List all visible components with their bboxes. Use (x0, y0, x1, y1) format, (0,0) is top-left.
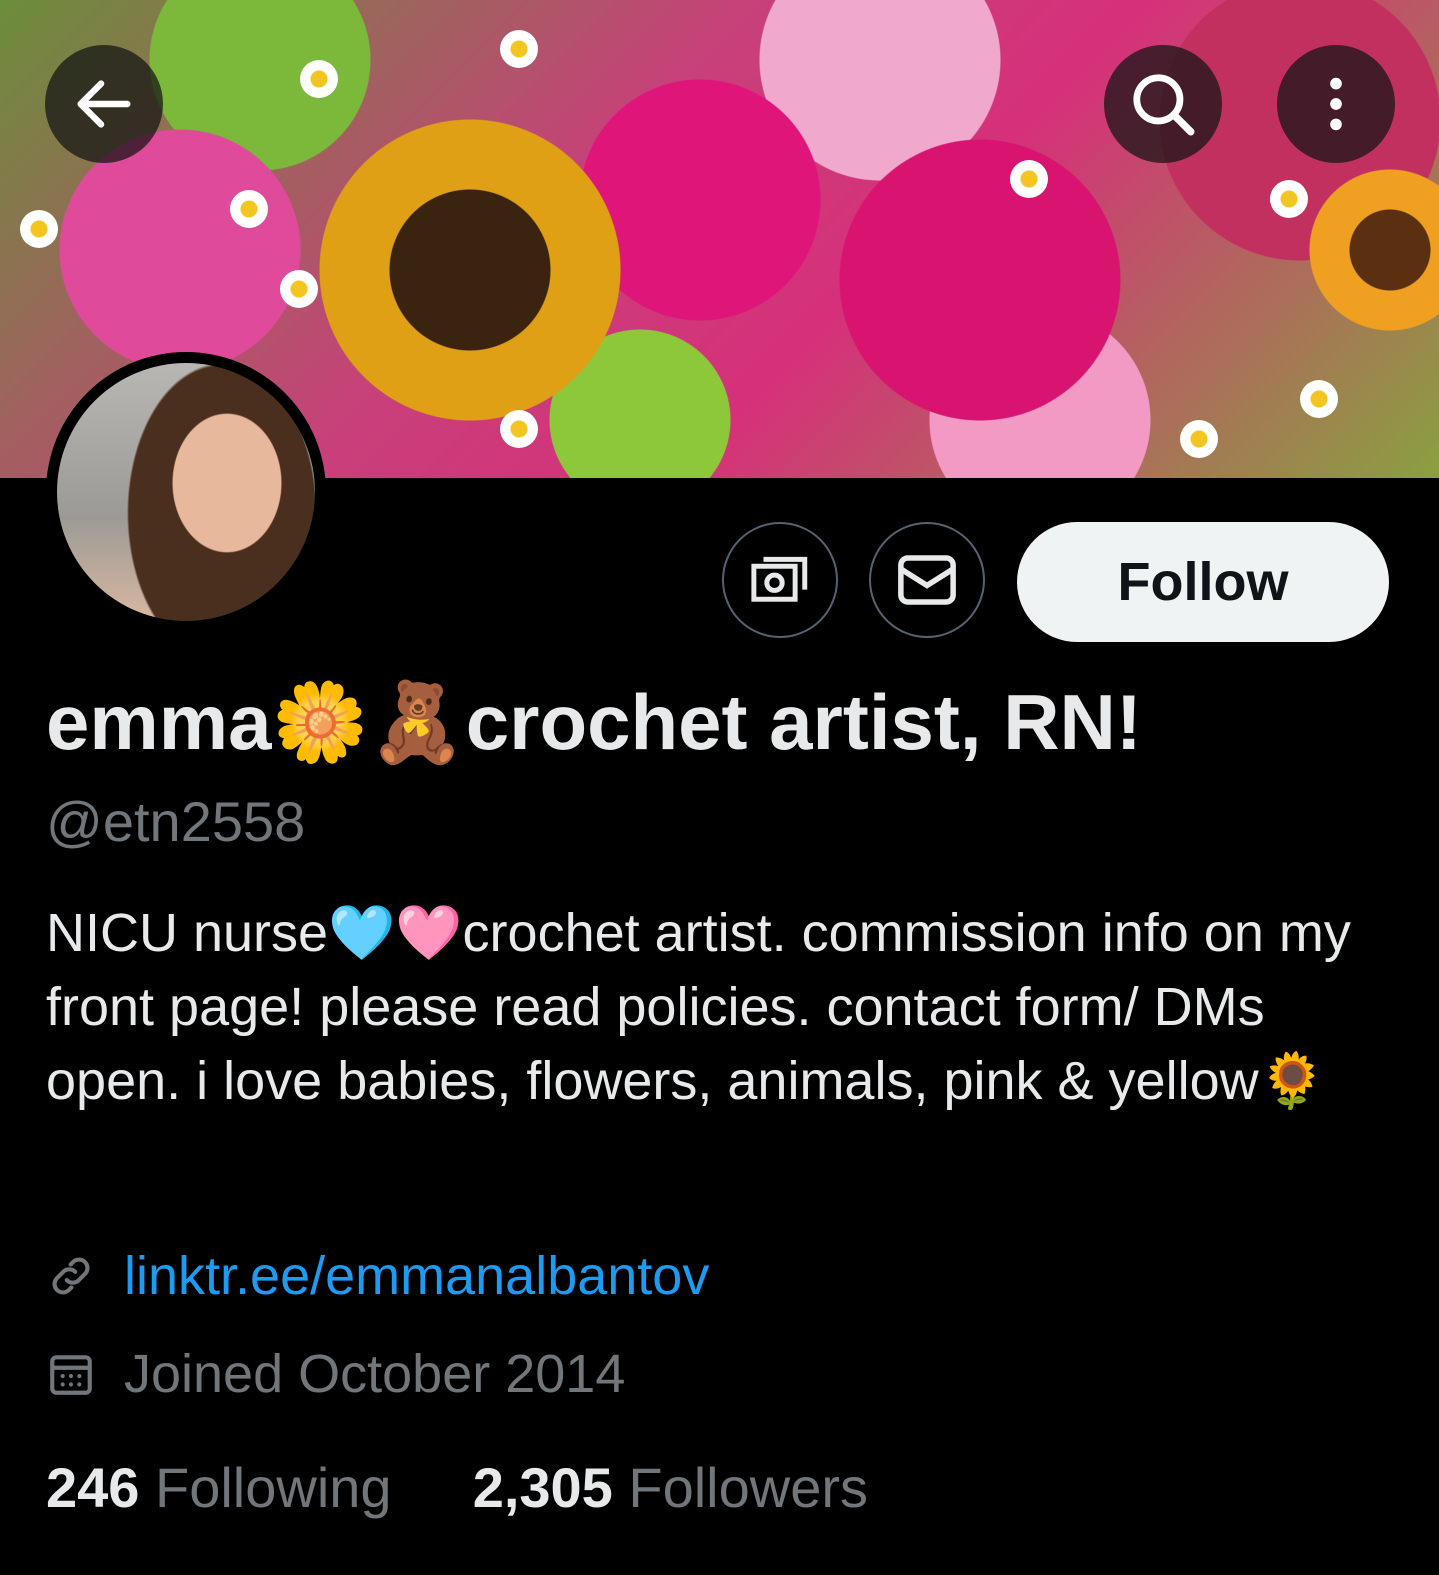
message-button[interactable] (869, 522, 985, 638)
display-name: emma🌼🧸crochet artist, RN! (46, 678, 1142, 766)
more-vertical-icon (1330, 77, 1342, 131)
profile-stats: 246 Following 2,305 Followers (46, 1456, 868, 1520)
subscribe-button[interactable] (722, 522, 838, 638)
website-row[interactable]: linktr.ee/emmanalbantov (46, 1244, 709, 1308)
follow-button[interactable]: Follow (1017, 522, 1389, 642)
banner-flower (280, 270, 318, 308)
link-icon (52, 1257, 90, 1295)
website-link[interactable]: linktr.ee/emmanalbantov (124, 1244, 709, 1308)
calendar-icon (50, 1355, 92, 1395)
avatar-photo (57, 363, 315, 621)
following-count: 246 (46, 1456, 140, 1519)
avatar[interactable] (46, 352, 326, 632)
money-icon (751, 556, 808, 602)
banner-flower (1010, 160, 1048, 198)
following-label: Following (155, 1456, 392, 1519)
followers-link[interactable]: 2,305 Followers (473, 1456, 868, 1519)
banner-flower (1180, 420, 1218, 458)
followers-label: Followers (628, 1456, 869, 1519)
username-handle: @etn2558 (46, 790, 306, 853)
following-link[interactable]: 246 Following (46, 1456, 407, 1519)
more-options-button[interactable] (1277, 45, 1395, 163)
banner-flower (300, 60, 338, 98)
search-button[interactable] (1104, 45, 1222, 163)
banner-flower (230, 190, 268, 228)
arrow-left-icon (77, 80, 131, 128)
banner-flower (20, 210, 58, 248)
banner-flower (1300, 380, 1338, 418)
mail-icon (898, 555, 956, 605)
profile-bio: NICU nurse🩵🩷crochet artist. commission i… (46, 903, 1351, 1111)
joined-date: Joined October 2014 (124, 1344, 626, 1404)
banner-flower (1270, 180, 1308, 218)
search-icon (1133, 74, 1195, 136)
followers-count: 2,305 (472, 1456, 613, 1519)
banner-flower (500, 30, 538, 68)
back-button[interactable] (45, 45, 163, 163)
banner-flower (500, 410, 538, 448)
joined-row: Joined October 2014 (46, 1342, 625, 1406)
